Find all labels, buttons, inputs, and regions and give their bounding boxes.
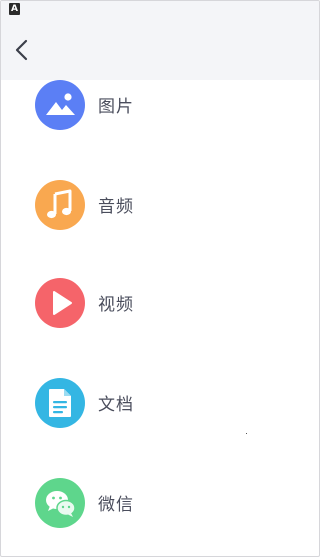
image-icon	[35, 80, 85, 130]
category-label-images: 图片	[98, 97, 134, 117]
status-indicator: A	[9, 3, 20, 15]
app-window: A 图片 音频 视频 文档 微信	[0, 0, 320, 557]
category-item-wechat[interactable]: 微信	[1, 455, 319, 555]
category-item-audio[interactable]: 音频	[1, 155, 319, 255]
category-label-audio: 音频	[98, 197, 134, 217]
category-label-wechat: 微信	[98, 495, 134, 515]
category-item-documents[interactable]: 文档	[1, 355, 319, 455]
category-item-images[interactable]: 图片	[1, 80, 319, 155]
category-list: 图片 音频 视频 文档 微信	[1, 80, 319, 556]
back-button[interactable]	[9, 35, 39, 65]
play-icon	[35, 278, 85, 328]
category-label-documents: 文档	[98, 395, 134, 415]
music-note-icon	[35, 180, 85, 230]
status-bar: A	[1, 1, 319, 19]
wechat-icon	[35, 478, 85, 528]
chevron-left-icon	[15, 39, 28, 61]
category-item-video[interactable]: 视频	[1, 255, 319, 355]
category-label-video: 视频	[98, 295, 134, 315]
stray-dot	[246, 433, 247, 434]
top-navigation-bar	[1, 19, 319, 80]
document-icon	[35, 378, 85, 428]
